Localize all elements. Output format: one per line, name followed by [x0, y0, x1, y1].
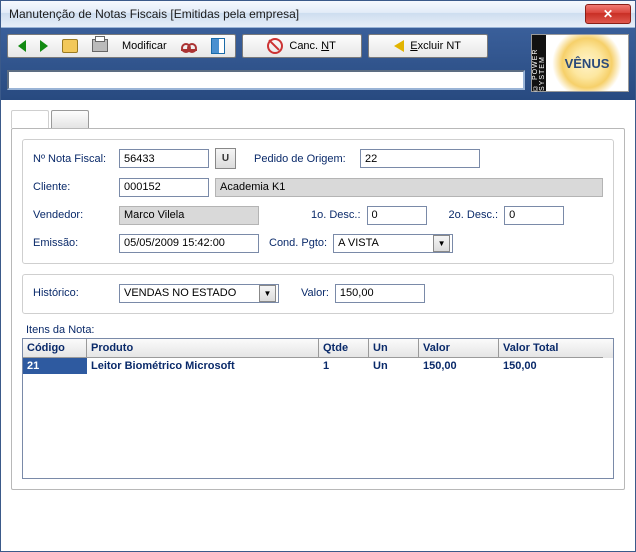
u-button[interactable]: U: [215, 148, 236, 169]
historico-value: VENDAS NO ESTADO: [122, 287, 259, 299]
cond-select[interactable]: A VISTA ▼: [333, 234, 453, 253]
venus-logo-text: VÊNUS: [546, 35, 628, 91]
cell-un: Un: [369, 358, 419, 374]
cond-value: A VISTA: [336, 237, 433, 249]
valor-label: Valor:: [301, 287, 329, 299]
next-button[interactable]: [36, 38, 52, 54]
cell-prod: Leitor Biométrico Microsoft: [87, 358, 319, 374]
cell-val: 150,00: [419, 358, 499, 374]
u-label: U: [222, 153, 229, 164]
cancel-icon: [267, 38, 283, 54]
vendedor-display: Marco Vilela: [119, 206, 259, 225]
desc2-label: 2o. Desc.:: [449, 209, 499, 221]
vendedor-label: Vendedor:: [33, 209, 113, 221]
cell-qt: 1: [319, 358, 369, 374]
chevron-down-icon: ▼: [433, 235, 450, 252]
historico-select[interactable]: VENDAS NO ESTADO ▼: [119, 284, 279, 303]
valor-input[interactable]: [335, 284, 425, 303]
hand-button[interactable]: [58, 37, 82, 55]
items-grid: Código Produto Qtde Un Valor Valor Total…: [22, 338, 614, 479]
tab-1[interactable]: [11, 110, 49, 128]
pedido-input[interactable]: [360, 149, 480, 168]
glasses-icon: [181, 41, 197, 51]
exit-button[interactable]: [207, 36, 229, 56]
prev-button[interactable]: [14, 38, 30, 54]
chevron-down-icon: ▼: [259, 285, 276, 302]
col-prod[interactable]: Produto: [87, 339, 319, 358]
col-val[interactable]: Valor: [419, 339, 499, 358]
pedido-label: Pedido de Origem:: [254, 153, 354, 165]
cond-label: Cond. Pgto:: [269, 237, 327, 249]
col-code[interactable]: Código: [23, 339, 87, 358]
desc2-input[interactable]: [504, 206, 564, 225]
cliente-label: Cliente:: [33, 181, 113, 193]
emissao-input[interactable]: [119, 234, 259, 253]
app-window: Manutenção de Notas Fiscais [Emitidas pe…: [0, 0, 636, 552]
cell-code: 21: [23, 358, 87, 374]
grid-body[interactable]: 21 Leitor Biométrico Microsoft 1 Un 150,…: [23, 358, 613, 478]
close-icon: ✕: [603, 7, 613, 21]
powersystem-strip: © POWER SYSTEM: [532, 35, 546, 91]
cliente-name-display: Academia K1: [215, 178, 603, 197]
historico-label: Histórico:: [33, 287, 113, 299]
hand-icon: [62, 39, 78, 53]
nota-label: Nº Nota Fiscal:: [33, 153, 113, 165]
cancel-nt-button[interactable]: Canc. NT: [242, 34, 362, 58]
arrow-left-icon: [18, 40, 26, 52]
items-title: Itens da Nota:: [26, 324, 614, 336]
close-button[interactable]: ✕: [585, 4, 631, 24]
main-panel: Nº Nota Fiscal: U Pedido de Origem: Clie…: [11, 128, 625, 490]
excluir-nt-label: Excluir NT: [410, 40, 461, 52]
brand-logo: © POWER SYSTEM VÊNUS: [531, 34, 629, 92]
header-section: Nº Nota Fiscal: U Pedido de Origem: Clie…: [22, 139, 614, 264]
desc1-label: 1o. Desc.:: [311, 209, 361, 221]
arrow-right-icon: [40, 40, 48, 52]
toolbar-area: Modificar Canc. NT Excluir NT: [1, 28, 635, 100]
view-button[interactable]: [177, 39, 201, 53]
cliente-code-input[interactable]: [119, 178, 209, 197]
grid-header: Código Produto Qtde Un Valor Valor Total: [23, 339, 613, 358]
modify-button[interactable]: Modificar: [118, 38, 171, 54]
print-button[interactable]: [88, 37, 112, 54]
cancel-nt-label: Canc. NT: [289, 40, 335, 52]
historico-section: Histórico: VENDAS NO ESTADO ▼ Valor:: [22, 274, 614, 314]
emissao-label: Emissão:: [33, 237, 113, 249]
body-area: Nº Nota Fiscal: U Pedido de Origem: Clie…: [1, 100, 635, 500]
col-un[interactable]: Un: [369, 339, 419, 358]
desc1-input[interactable]: [367, 206, 427, 225]
search-input[interactable]: [7, 70, 525, 90]
cell-vt: 150,00: [499, 358, 603, 374]
excluir-nt-button[interactable]: Excluir NT: [368, 34, 488, 58]
delete-icon: [394, 40, 404, 52]
col-vt[interactable]: Valor Total: [499, 339, 603, 358]
tab-strip: [11, 108, 625, 128]
col-qt[interactable]: Qtde: [319, 339, 369, 358]
window-title: Manutenção de Notas Fiscais [Emitidas pe…: [9, 7, 299, 21]
table-row[interactable]: 21 Leitor Biométrico Microsoft 1 Un 150,…: [23, 358, 613, 374]
nota-input[interactable]: [119, 149, 209, 168]
door-exit-icon: [211, 38, 225, 54]
nav-group: Modificar: [7, 34, 236, 58]
tab-2[interactable]: [51, 110, 89, 128]
printer-icon: [92, 39, 108, 52]
title-bar: Manutenção de Notas Fiscais [Emitidas pe…: [1, 1, 635, 28]
modify-label: Modificar: [122, 40, 167, 52]
